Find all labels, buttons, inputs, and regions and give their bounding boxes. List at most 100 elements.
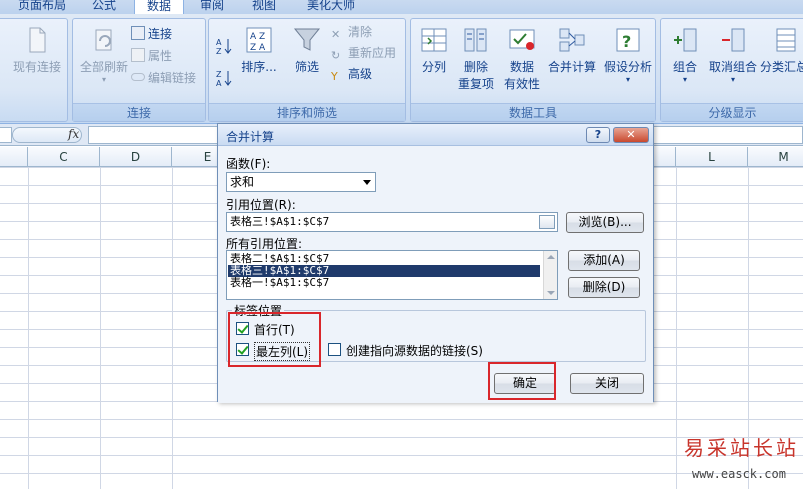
scroll-up-icon[interactable] (547, 255, 555, 259)
dropdown-arrow-icon: ▾ (625, 75, 630, 84)
edit-links-label: 编辑链接 (148, 71, 197, 85)
function-label: 函数(F): (226, 157, 271, 171)
dialog-title: 合并计算 (226, 130, 275, 144)
column-header-m[interactable]: M (748, 147, 803, 167)
column-header-c[interactable]: C (28, 147, 100, 167)
function-select[interactable]: 求和 (226, 172, 376, 192)
sort-ascending-icon[interactable]: A Z (215, 37, 233, 55)
collapse-dialog-icon[interactable] (539, 215, 555, 229)
advanced-filter-icon: Y (331, 70, 338, 83)
delete-button[interactable]: 删除(D) (568, 277, 640, 298)
data-validation-label-1: 数据 (509, 60, 534, 74)
subtotal-label: 分类汇总 (759, 60, 803, 74)
refresh-icon (95, 29, 112, 51)
list-scrollbar[interactable] (543, 251, 557, 299)
svg-text:Z A: Z A (250, 43, 266, 53)
reapply-button[interactable]: ↻ 重新应用 (331, 44, 396, 62)
group-label-data-tools: 数据工具 (411, 103, 655, 121)
sort-button[interactable]: A Z Z A 排序... (237, 25, 281, 75)
filter-button[interactable]: 筛选 (285, 25, 329, 75)
refresh-all-button[interactable]: 全部刷新 ▾ (77, 25, 131, 85)
column-header-l[interactable]: L (676, 147, 748, 167)
edit-links-button[interactable]: 编辑链接 (131, 69, 196, 87)
properties-label: 属性 (148, 49, 173, 63)
what-if-analysis-button[interactable]: ? 假设分析 ▾ (601, 25, 655, 85)
connections-button[interactable]: 连接 (131, 25, 172, 43)
scroll-down-icon[interactable] (547, 291, 555, 295)
sort-label: 排序... (241, 60, 277, 74)
tab-formulas[interactable]: 公式 (86, 0, 122, 14)
dialog-body: 函数(F): 求和 引用位置(R): 表格三!$A$1:$C$7 浏览(B)..… (218, 146, 653, 403)
tab-data[interactable]: 数据 (134, 0, 184, 14)
tab-page-layout[interactable]: 页面布局 (12, 0, 72, 14)
dropdown-arrow-icon: ▾ (730, 75, 735, 84)
gridline (100, 167, 101, 489)
ungroup-icon (722, 28, 745, 52)
ribbon: 现有连接 全部刷新 ▾ 连接 属性 编辑链接 连接 A Z Z A A Z Z … (0, 14, 803, 124)
properties-icon (131, 48, 145, 62)
gridline (28, 167, 29, 489)
group-connections: 全部刷新 ▾ 连接 属性 编辑链接 连接 (72, 18, 206, 122)
document-icon (29, 27, 46, 53)
browse-button[interactable]: 浏览(B)... (566, 212, 644, 233)
existing-connections-label: 现有连接 (12, 60, 61, 74)
data-validation-icon (509, 29, 535, 50)
highlight-box-labels (228, 312, 321, 367)
group-label: 组合 (672, 60, 697, 74)
help-button[interactable]: ? (586, 127, 610, 143)
funnel-icon (293, 28, 321, 51)
group-button[interactable]: 组合 ▾ (665, 25, 705, 85)
group-icon (674, 28, 697, 52)
chevron-down-icon (363, 180, 371, 185)
create-links-label: 创建指向源数据的链接(S) (346, 344, 483, 358)
name-box[interactable] (0, 127, 12, 143)
tab-review[interactable]: 审阅 (194, 0, 230, 14)
text-to-columns-button[interactable]: 分列 (415, 25, 453, 75)
reference-input[interactable]: 表格三!$A$1:$C$7 (226, 212, 558, 232)
remove-duplicates-label-2: 重复项 (457, 77, 494, 91)
group-external-data: 现有连接 (0, 18, 68, 122)
reference-value: 表格三!$A$1:$C$7 (230, 215, 330, 228)
close-button[interactable]: 关闭 (570, 373, 644, 394)
column-header-d[interactable]: D (100, 147, 172, 167)
add-button[interactable]: 添加(A) (568, 250, 640, 271)
ungroup-button[interactable]: 取消组合 ▾ (707, 25, 759, 85)
remove-duplicates-label-1: 删除 (463, 60, 488, 74)
column-header-b[interactable] (0, 147, 28, 167)
highlight-box-ok (488, 362, 556, 400)
properties-button[interactable]: 属性 (131, 47, 172, 65)
data-validation-button[interactable]: 数据 有效性 (501, 25, 543, 92)
advanced-filter-label: 高级 (348, 67, 373, 81)
sort-az-icon: A Z Z A (246, 27, 272, 53)
dropdown-arrow-icon: ▾ (682, 75, 687, 84)
what-if-icon: ? (616, 28, 640, 52)
tab-beautify-master[interactable]: 美化大师 (300, 0, 362, 14)
watermark-url: www.easck.com (692, 467, 786, 481)
reference-list-item[interactable]: 表格一!$A$1:$C$7 (228, 277, 540, 289)
svg-text:A Z: A Z (250, 32, 265, 42)
svg-text:A: A (216, 79, 222, 87)
consolidate-button[interactable]: 合并计算 (545, 25, 599, 75)
create-links-checkbox[interactable] (328, 343, 341, 356)
close-icon[interactable]: ✕ (613, 127, 649, 143)
reference-list-item[interactable]: 表格二!$A$1:$C$7 (228, 253, 540, 265)
subtotal-button[interactable]: 分类汇总 (759, 25, 803, 75)
all-references-list[interactable]: 表格二!$A$1:$C$7 表格三!$A$1:$C$7 表格一!$A$1:$C$… (226, 250, 558, 300)
sort-descending-icon[interactable]: Z A (215, 69, 233, 87)
dropdown-arrow-icon: ▾ (101, 75, 106, 84)
reapply-label: 重新应用 (348, 46, 397, 60)
group-label-outline: 分级显示 (661, 103, 803, 121)
reference-list-item-selected[interactable]: 表格三!$A$1:$C$7 (228, 265, 540, 277)
clear-filter-label: 清除 (348, 25, 373, 39)
chain-link-icon (131, 73, 145, 81)
clear-filter-button[interactable]: ✕ 清除 (331, 23, 372, 41)
insert-function-icon[interactable]: fx (68, 127, 79, 141)
tab-view[interactable]: 视图 (246, 0, 282, 14)
remove-duplicates-button[interactable]: 删除 重复项 (455, 25, 497, 92)
dialog-title-bar[interactable]: 合并计算 ? ✕ (218, 124, 653, 146)
watermark-title: 易采站长站 (684, 436, 799, 460)
reference-label: 引用位置(R): (226, 198, 296, 212)
group-label-connections: 连接 (73, 103, 205, 121)
existing-connections-button[interactable]: 现有连接 (9, 25, 65, 75)
advanced-filter-button[interactable]: Y 高级 (331, 65, 372, 83)
